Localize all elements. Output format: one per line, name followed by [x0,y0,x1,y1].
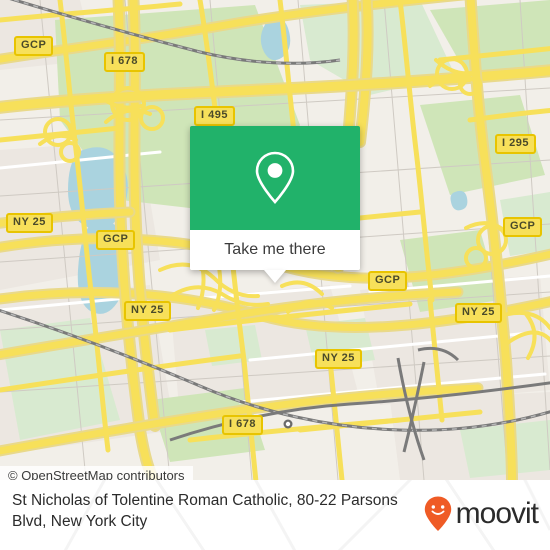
road-shield-gcp-4: GCP [368,271,408,291]
destination-popup[interactable]: Take me there [190,126,360,283]
popup-pin-area [190,126,360,230]
road-shield-ny25-4: NY 25 [315,349,362,369]
footer-bar: St Nicholas of Tolentine Roman Catholic,… [0,480,550,550]
road-shield-i495: I 495 [194,106,235,126]
road-shield-i295: I 295 [495,134,536,154]
moovit-logo[interactable]: moovit [424,496,539,532]
road-shield-ny25-3: NY 25 [455,303,502,323]
road-shield-gcp-1: GCP [14,36,54,56]
road-shield-gcp-2: GCP [96,230,136,250]
take-me-there-button[interactable]: Take me there [190,230,360,270]
moovit-wordmark: moovit [455,497,539,530]
road-shield-gcp-3: GCP [503,217,543,237]
road-shield-ny25-1: NY 25 [6,213,53,233]
road-shield-i678-1: I 678 [104,52,145,72]
road-shield-ny25-2: NY 25 [124,301,171,321]
popup-tail [264,270,286,283]
map-pin-icon [255,151,295,204]
take-me-there-label: Take me there [224,241,326,258]
screenshot-root: .land { fill:#f2efe9; } .resi { fill:#ec… [0,0,550,550]
place-title: St Nicholas of Tolentine Roman Catholic,… [12,492,398,530]
moovit-pin-smiley-icon [424,496,451,531]
road-shield-i678-2: I 678 [222,415,263,435]
